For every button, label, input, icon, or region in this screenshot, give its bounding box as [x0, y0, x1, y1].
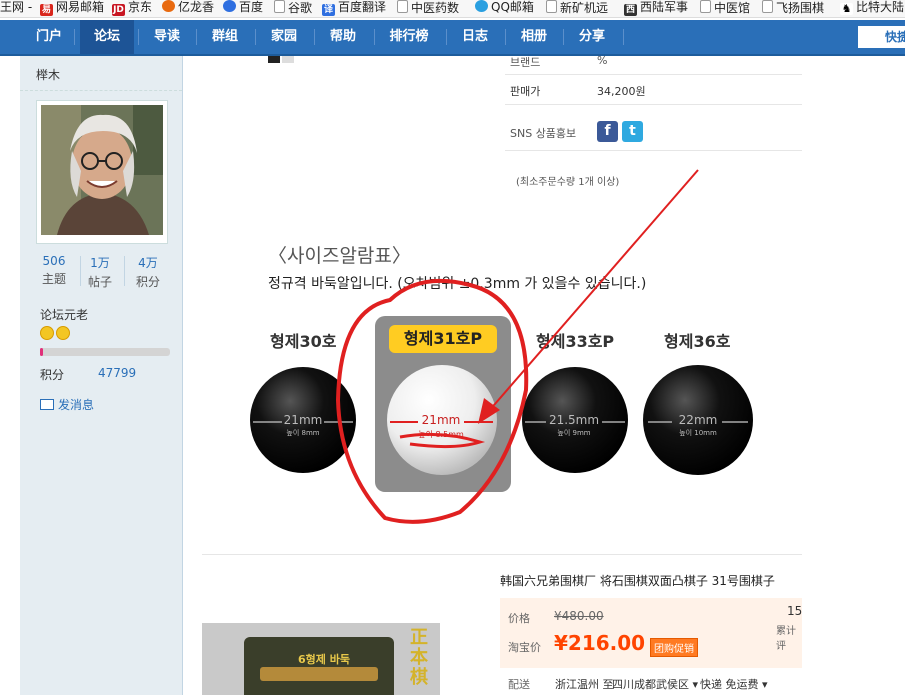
shipping-method: 快递 免运费 [700, 678, 759, 691]
product-box-image: 6형제 바둑 [202, 623, 440, 695]
shipping-label: 配送 [508, 678, 530, 691]
stone-height: 높이 8mm [286, 428, 319, 437]
shipping-method-select[interactable]: 快递 免运费 ▾ [700, 676, 768, 692]
box-label: 6형제 바둑 [298, 653, 350, 666]
stone-diameter: 22mm [679, 413, 718, 427]
taobao-price-label: 淘宝价 [508, 641, 541, 654]
listing-title[interactable]: 韩国六兄弟围棋厂 将石围棋双面凸棋子 31号围棋子 [500, 572, 805, 589]
stone-diameter: 21mm [284, 413, 323, 427]
box-lid [260, 667, 378, 681]
divider [202, 554, 802, 555]
shipping-destination-select[interactable]: 四川成都武侯区 ▾ [612, 676, 698, 692]
promo-badge[interactable]: 团购促销 [650, 638, 698, 657]
price-label: 价格 [508, 612, 530, 625]
price-box: 价格 ¥480.00 15 累计评 淘宝价 ¥216.00 团购促销 [500, 598, 802, 668]
size-chart-graphic: 21mm 높이 8mm 21mm 높이 8.5mm 21.5mm 높이 9mm … [250, 169, 753, 524]
stone-diameter: 21.5mm [549, 413, 599, 427]
chevron-down-icon: ▾ [692, 678, 699, 691]
stone-height: 높이 9mm [557, 428, 590, 437]
stone-height: 높이 10mm [679, 428, 717, 437]
shipping-destination: 四川成都武侯区 [612, 678, 689, 691]
stone-diameter: 21mm [422, 413, 461, 427]
sale-price: ¥216.00 [554, 631, 646, 655]
calligraphy-text: 正本棋 [410, 627, 428, 688]
sold-count: 15 [787, 604, 803, 618]
sold-label: 累计评 [776, 626, 796, 652]
chevron-down-icon: ▾ [762, 678, 768, 691]
shipping-from: 浙江温州 至 [555, 678, 614, 691]
original-price: ¥480.00 [554, 609, 604, 623]
